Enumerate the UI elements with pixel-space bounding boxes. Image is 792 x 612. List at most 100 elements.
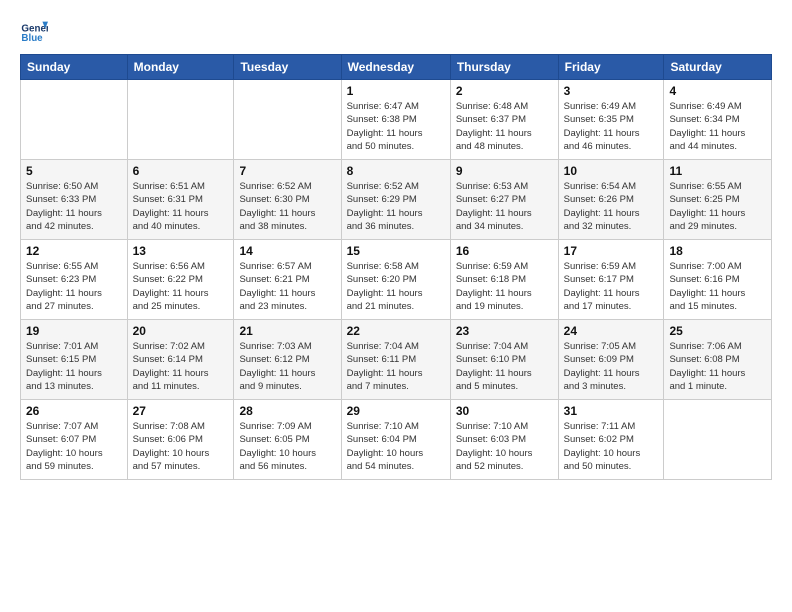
day-number: 1	[347, 84, 445, 98]
day-number: 15	[347, 244, 445, 258]
day-info: Sunrise: 7:02 AM Sunset: 6:14 PM Dayligh…	[133, 340, 229, 393]
day-number: 11	[669, 164, 766, 178]
weekday-header-row: SundayMondayTuesdayWednesdayThursdayFrid…	[21, 55, 772, 80]
calendar-cell: 9Sunrise: 6:53 AM Sunset: 6:27 PM Daylig…	[450, 160, 558, 240]
day-number: 18	[669, 244, 766, 258]
day-info: Sunrise: 6:51 AM Sunset: 6:31 PM Dayligh…	[133, 180, 229, 233]
weekday-header-friday: Friday	[558, 55, 664, 80]
day-info: Sunrise: 7:00 AM Sunset: 6:16 PM Dayligh…	[669, 260, 766, 313]
day-number: 3	[564, 84, 659, 98]
day-info: Sunrise: 6:58 AM Sunset: 6:20 PM Dayligh…	[347, 260, 445, 313]
day-number: 29	[347, 404, 445, 418]
day-number: 2	[456, 84, 553, 98]
calendar-cell: 14Sunrise: 6:57 AM Sunset: 6:21 PM Dayli…	[234, 240, 341, 320]
calendar-cell: 5 Sunrise: 6:50 AM Sunset: 6:33 PM Daylig…	[21, 160, 128, 240]
calendar-cell: 15 Sunrise: 6:58 AM Sunset: 6:20 PM Dayli…	[341, 240, 450, 320]
calendar-cell: 16 Sunrise: 6:59 AM Sunset: 6:18 PM Dayli…	[450, 240, 558, 320]
calendar-cell: 3 Sunrise: 6:49 AM Sunset: 6:35 PM Daylig…	[558, 80, 664, 160]
day-number: 4	[669, 84, 766, 98]
day-number: 31	[564, 404, 659, 418]
day-number: 5	[26, 164, 122, 178]
week-row-1: 1 Sunrise: 6:47 AM Sunset: 6:38 PM Daylig…	[21, 80, 772, 160]
calendar-cell	[127, 80, 234, 160]
calendar-cell: 27 Sunrise: 7:08 AM Sunset: 6:06 PM Dayli…	[127, 400, 234, 480]
calendar-cell: 1 Sunrise: 6:47 AM Sunset: 6:38 PM Daylig…	[341, 80, 450, 160]
calendar-cell: 28 Sunrise: 7:09 AM Sunset: 6:05 PM Dayli…	[234, 400, 341, 480]
day-info: Sunrise: 7:10 AM Sunset: 6:04 PM Dayligh…	[347, 420, 445, 473]
day-info: Sunrise: 6:47 AM Sunset: 6:38 PM Dayligh…	[347, 100, 445, 153]
day-info: Sunrise: 6:59 AM Sunset: 6:17 PM Dayligh…	[564, 260, 659, 313]
day-info: Sunrise: 6:52 AM Sunset: 6:30 PM Dayligh…	[239, 180, 335, 233]
day-info: Sunrise: 6:55 AM Sunset: 6:23 PM Dayligh…	[26, 260, 122, 313]
day-info: Sunrise: 6:59 AM Sunset: 6:18 PM Dayligh…	[456, 260, 553, 313]
calendar-cell: 31 Sunrise: 7:11 AM Sunset: 6:02 PM Dayli…	[558, 400, 664, 480]
day-info: Sunrise: 7:03 AM Sunset: 6:12 PM Dayligh…	[239, 340, 335, 393]
calendar-cell: 11 Sunrise: 6:55 AM Sunset: 6:25 PM Dayli…	[664, 160, 772, 240]
day-number: 23	[456, 324, 553, 338]
day-info: Sunrise: 6:52 AM Sunset: 6:29 PM Dayligh…	[347, 180, 445, 233]
day-info: Sunrise: 7:11 AM Sunset: 6:02 PM Dayligh…	[564, 420, 659, 473]
calendar-cell	[664, 400, 772, 480]
calendar-cell: 4 Sunrise: 6:49 AM Sunset: 6:34 PM Daylig…	[664, 80, 772, 160]
calendar-cell: 20 Sunrise: 7:02 AM Sunset: 6:14 PM Dayli…	[127, 320, 234, 400]
day-info: Sunrise: 6:50 AM Sunset: 6:33 PM Dayligh…	[26, 180, 122, 233]
weekday-header-monday: Monday	[127, 55, 234, 80]
calendar-cell: 6Sunrise: 6:51 AM Sunset: 6:31 PM Daylig…	[127, 160, 234, 240]
day-number: 8	[347, 164, 445, 178]
calendar-cell: 25Sunrise: 7:06 AM Sunset: 6:08 PM Dayli…	[664, 320, 772, 400]
calendar-cell: 2Sunrise: 6:48 AM Sunset: 6:37 PM Daylig…	[450, 80, 558, 160]
day-info: Sunrise: 7:05 AM Sunset: 6:09 PM Dayligh…	[564, 340, 659, 393]
calendar-cell: 12 Sunrise: 6:55 AM Sunset: 6:23 PM Dayli…	[21, 240, 128, 320]
calendar-cell: 24 Sunrise: 7:05 AM Sunset: 6:09 PM Dayli…	[558, 320, 664, 400]
calendar-cell	[234, 80, 341, 160]
day-number: 17	[564, 244, 659, 258]
day-info: Sunrise: 7:09 AM Sunset: 6:05 PM Dayligh…	[239, 420, 335, 473]
week-row-4: 19Sunrise: 7:01 AM Sunset: 6:15 PM Dayli…	[21, 320, 772, 400]
calendar-cell: 7 Sunrise: 6:52 AM Sunset: 6:30 PM Daylig…	[234, 160, 341, 240]
calendar-cell: 26Sunrise: 7:07 AM Sunset: 6:07 PM Dayli…	[21, 400, 128, 480]
day-info: Sunrise: 7:07 AM Sunset: 6:07 PM Dayligh…	[26, 420, 122, 473]
calendar-cell: 19Sunrise: 7:01 AM Sunset: 6:15 PM Dayli…	[21, 320, 128, 400]
weekday-header-saturday: Saturday	[664, 55, 772, 80]
day-number: 7	[239, 164, 335, 178]
day-number: 20	[133, 324, 229, 338]
day-number: 24	[564, 324, 659, 338]
day-info: Sunrise: 6:56 AM Sunset: 6:22 PM Dayligh…	[133, 260, 229, 313]
day-info: Sunrise: 6:49 AM Sunset: 6:34 PM Dayligh…	[669, 100, 766, 153]
calendar: SundayMondayTuesdayWednesdayThursdayFrid…	[20, 54, 772, 480]
day-number: 22	[347, 324, 445, 338]
day-number: 16	[456, 244, 553, 258]
header: General Blue	[20, 16, 772, 44]
calendar-cell: 21 Sunrise: 7:03 AM Sunset: 6:12 PM Dayli…	[234, 320, 341, 400]
day-info: Sunrise: 7:08 AM Sunset: 6:06 PM Dayligh…	[133, 420, 229, 473]
calendar-cell: 10Sunrise: 6:54 AM Sunset: 6:26 PM Dayli…	[558, 160, 664, 240]
calendar-cell: 18 Sunrise: 7:00 AM Sunset: 6:16 PM Dayli…	[664, 240, 772, 320]
day-number: 14	[239, 244, 335, 258]
day-number: 12	[26, 244, 122, 258]
calendar-cell: 13Sunrise: 6:56 AM Sunset: 6:22 PM Dayli…	[127, 240, 234, 320]
day-number: 9	[456, 164, 553, 178]
svg-text:Blue: Blue	[21, 33, 43, 44]
weekday-header-wednesday: Wednesday	[341, 55, 450, 80]
day-number: 30	[456, 404, 553, 418]
day-number: 19	[26, 324, 122, 338]
day-number: 28	[239, 404, 335, 418]
day-number: 27	[133, 404, 229, 418]
logo: General Blue	[20, 16, 52, 44]
calendar-cell	[21, 80, 128, 160]
day-info: Sunrise: 6:49 AM Sunset: 6:35 PM Dayligh…	[564, 100, 659, 153]
day-info: Sunrise: 7:04 AM Sunset: 6:11 PM Dayligh…	[347, 340, 445, 393]
calendar-cell: 30Sunrise: 7:10 AM Sunset: 6:03 PM Dayli…	[450, 400, 558, 480]
day-number: 10	[564, 164, 659, 178]
calendar-cell: 22 Sunrise: 7:04 AM Sunset: 6:11 PM Dayli…	[341, 320, 450, 400]
weekday-header-thursday: Thursday	[450, 55, 558, 80]
week-row-5: 26Sunrise: 7:07 AM Sunset: 6:07 PM Dayli…	[21, 400, 772, 480]
week-row-3: 12 Sunrise: 6:55 AM Sunset: 6:23 PM Dayli…	[21, 240, 772, 320]
day-info: Sunrise: 6:55 AM Sunset: 6:25 PM Dayligh…	[669, 180, 766, 233]
week-row-2: 5 Sunrise: 6:50 AM Sunset: 6:33 PM Daylig…	[21, 160, 772, 240]
logo-icon: General Blue	[20, 16, 48, 44]
page: General Blue SundayMondayTuesdayWednesda…	[0, 0, 792, 612]
day-number: 25	[669, 324, 766, 338]
day-number: 21	[239, 324, 335, 338]
calendar-cell: 29 Sunrise: 7:10 AM Sunset: 6:04 PM Dayli…	[341, 400, 450, 480]
